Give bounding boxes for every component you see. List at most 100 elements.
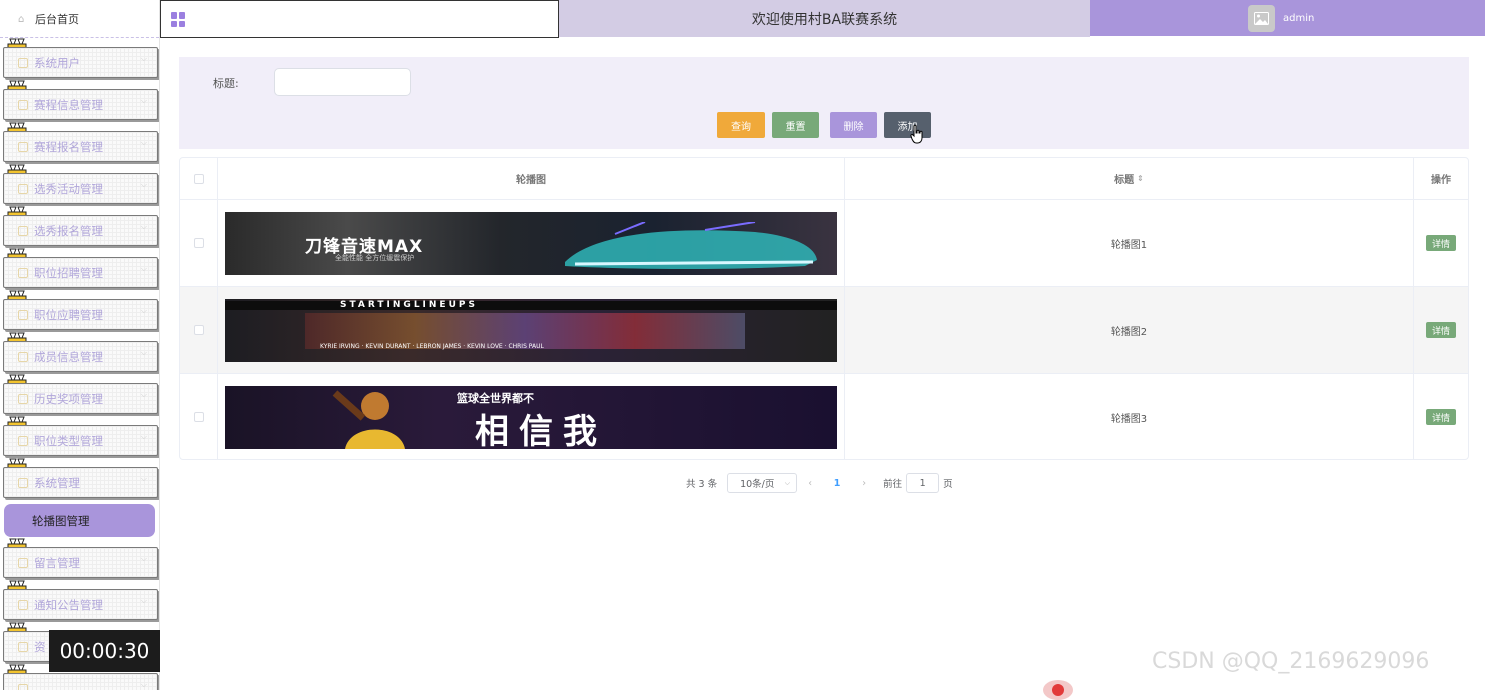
sidebar-item[interactable]: 留言管理 ⌵: [0, 538, 159, 580]
banner-image: 篮球全世界都不 相信我: [225, 385, 837, 449]
sidebar-item[interactable]: 职位招聘管理 ⌵: [0, 248, 159, 290]
home-icon: ⌂: [18, 13, 25, 25]
sidebar-item-label: ....: [34, 681, 49, 691]
reset-button[interactable]: 重置: [772, 112, 819, 138]
menu-item-icon: [18, 225, 28, 236]
row-checkbox[interactable]: [193, 325, 204, 335]
sidebar-item[interactable]: 通知公告管理 ⌵: [0, 580, 159, 622]
sidebar-item[interactable]: 成员信息管理 ⌵: [0, 332, 159, 374]
table-row: 篮球全世界都不 相信我 轮播图3 详情: [180, 374, 1468, 460]
menu-item-icon: [18, 477, 28, 488]
sidebar-item[interactable]: 选秀活动管理 ⌵: [0, 164, 159, 206]
search-panel: 标题: 查询 重置 删除 添加: [179, 57, 1469, 149]
banner-subtext: 全能性能 全方位缓震保护: [335, 253, 415, 262]
sidebar-menu: 系统用户 ⌵ 赛程信息管理 ⌵ 赛程报名管理 ⌵ 选秀活动管理 ⌵ 选秀报名管理 ⌵ 职位招聘管理 ⌵…: [0, 38, 159, 500]
sidebar-item[interactable]: 历史奖项管理 ⌵: [0, 374, 159, 416]
pagination-total: 共 3 条: [686, 479, 718, 490]
banner-subtext: KYRIE IRVING · KEVIN DURANT · LEBRON JAM…: [320, 342, 544, 350]
title-label: 标题:: [213, 77, 239, 90]
chevron-down-icon: ⌵: [140, 306, 147, 315]
chevron-down-icon: ⌵: [140, 680, 147, 689]
row-checkbox[interactable]: [193, 238, 204, 248]
goto-suffix: 页: [943, 479, 953, 490]
chevron-down-icon: ⌵: [140, 390, 147, 399]
sidebar-item-label: 职位招聘管理: [34, 265, 103, 280]
sort-icon[interactable]: ⇕: [1137, 174, 1144, 183]
sidebar-item[interactable]: 赛程报名管理 ⌵: [0, 122, 159, 164]
row-title: 轮播图3: [845, 374, 1414, 460]
menu-item-icon: [18, 99, 28, 110]
column-header-title[interactable]: 标题 ⇕: [845, 158, 1414, 199]
menu-item-icon: [18, 351, 28, 362]
sidebar-item-label: 系统用户: [34, 55, 80, 70]
goto-page-input[interactable]: 1: [906, 473, 940, 493]
menu-grid-icon[interactable]: [171, 12, 186, 27]
table-row: STARTINGLINEUPS KYRIE IRVING · KEVIN DUR…: [180, 287, 1468, 374]
sidebar-item-label: 选秀报名管理: [34, 223, 103, 238]
goto-label: 前往: [883, 479, 903, 490]
delete-button[interactable]: 删除: [830, 112, 877, 138]
select-all-checkbox[interactable]: [193, 173, 204, 184]
detail-button[interactable]: 详情: [1426, 409, 1456, 425]
banner-table: 轮播图 标题 ⇕ 操作 刀锋音速MAX 全能性能 全方位缓震保护 轮播图1 详情: [179, 157, 1469, 460]
banner-text: 相信我: [475, 411, 607, 449]
next-page-button[interactable]: ›: [851, 478, 877, 489]
row-checkbox[interactable]: [193, 412, 204, 422]
sidebar-item[interactable]: 职位应聘管理 ⌵: [0, 290, 159, 332]
detail-button[interactable]: 详情: [1426, 322, 1456, 338]
sidebar-item-active-label: 轮播图管理: [32, 513, 90, 528]
query-button[interactable]: 查询: [717, 112, 765, 138]
sidebar-item-active[interactable]: 轮播图管理: [4, 504, 155, 537]
menu-item-icon: [18, 435, 28, 446]
menu-item-icon: [18, 393, 28, 404]
chevron-down-icon: ⌵: [140, 222, 147, 231]
sidebar-item[interactable]: 系统用户 ⌵: [0, 38, 159, 80]
menu-item-icon: [18, 57, 28, 68]
menu-item-icon: [18, 683, 28, 690]
chevron-down-icon: ⌵: [140, 432, 147, 441]
chevron-down-icon: ⌵: [140, 96, 147, 105]
menu-item-icon: [18, 309, 28, 320]
current-page[interactable]: 1: [827, 478, 847, 489]
chevron-down-icon: ⌵: [140, 554, 147, 563]
column-header-ops: 操作: [1431, 175, 1451, 186]
table-header: 轮播图 标题 ⇕ 操作: [180, 158, 1468, 200]
player-graphic: [332, 389, 405, 449]
chevron-down-icon: ⌵: [140, 348, 147, 357]
sidebar-item-label: 职位类型管理: [34, 433, 103, 448]
sidebar: ⌂ 后台首页 系统用户 ⌵ 赛程信息管理 ⌵ 赛程报名管理 ⌵ 选秀活动管理 ⌵ 选秀报名管理 ⌵…: [0, 0, 160, 690]
title-search-input[interactable]: [274, 68, 411, 96]
detail-button[interactable]: 详情: [1426, 235, 1456, 251]
avatar[interactable]: [1248, 4, 1275, 32]
username: admin: [1283, 12, 1315, 24]
watermark: CSDN @QQ_2169629096: [1152, 649, 1430, 674]
menu-item-icon: [18, 641, 28, 652]
menu-item-icon: [18, 141, 28, 152]
chevron-down-icon: ⌵: [140, 474, 147, 483]
row-title: 轮播图1: [845, 200, 1414, 286]
sidebar-item-label: 成员信息管理: [34, 349, 103, 364]
image-icon: [1254, 11, 1269, 25]
menu-item-icon: [18, 557, 28, 568]
chevron-down-icon: ⌵: [140, 596, 147, 605]
sidebar-item-label: 赛程报名管理: [34, 139, 103, 154]
column-header-image: 轮播图: [218, 158, 845, 199]
chevron-down-icon: ⌵: [140, 138, 147, 147]
sidebar-item[interactable]: 职位类型管理 ⌵: [0, 416, 159, 458]
hand-cursor-icon: [910, 124, 923, 144]
sidebar-item[interactable]: 选秀报名管理 ⌵: [0, 206, 159, 248]
top-header: 欢迎使用村BA联赛系统 admin: [160, 0, 1485, 38]
sneaker-graphic: [565, 221, 817, 269]
page-size-select[interactable]: 10条/页 ⌵: [727, 473, 798, 493]
video-timer: 00:00:30: [49, 630, 160, 672]
user-area[interactable]: admin: [1090, 0, 1485, 36]
chevron-down-icon: ⌵: [140, 54, 147, 63]
sidebar-item-label: 资: [34, 639, 46, 654]
sidebar-item[interactable]: 系统管理 ⌵: [0, 458, 159, 500]
sidebar-item[interactable]: 赛程信息管理 ⌵: [0, 80, 159, 122]
sidebar-item-label: 赛程信息管理: [34, 97, 103, 112]
sidebar-home[interactable]: ⌂ 后台首页: [0, 0, 159, 38]
prev-page-button[interactable]: ‹: [797, 478, 823, 489]
sidebar-item-label: 选秀活动管理: [34, 181, 103, 196]
sidebar-home-label: 后台首页: [35, 12, 79, 26]
